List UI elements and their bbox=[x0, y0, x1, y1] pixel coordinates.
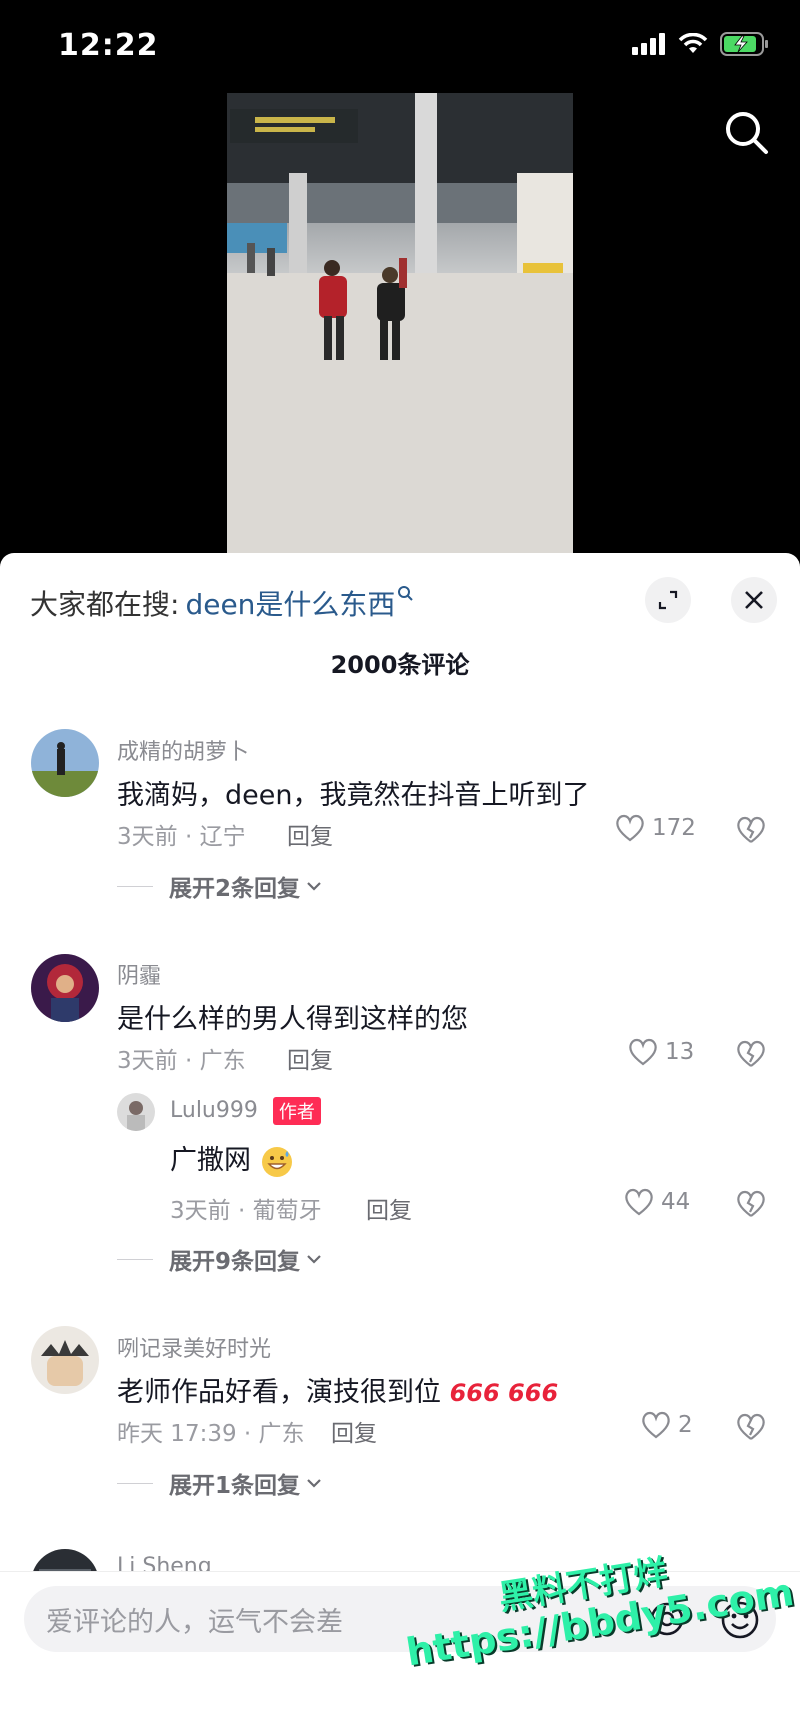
expand-replies-button[interactable]: 展开9条回复 bbox=[117, 1242, 324, 1276]
comment-input-bar: 爱评论的人，运气不会差 bbox=[0, 1571, 800, 1732]
divider bbox=[117, 885, 153, 887]
divider bbox=[117, 1258, 153, 1260]
status-time: 12:22 bbox=[58, 28, 159, 63]
like-count: 2 bbox=[678, 1412, 693, 1438]
comment-username[interactable]: 阴霾 bbox=[117, 958, 161, 990]
at-icon[interactable] bbox=[648, 1600, 686, 1638]
expand-icon bbox=[658, 590, 678, 610]
expand-replies-button[interactable]: 展开1条回复 bbox=[117, 1466, 324, 1500]
avatar[interactable] bbox=[31, 1326, 99, 1394]
chevron-down-icon bbox=[307, 1479, 321, 1488]
comment-text: 是什么样的男人得到这样的您 bbox=[117, 1004, 468, 1035]
comment-text: 老师作品好看，演技很到位 666 666 bbox=[117, 1370, 558, 1409]
reply-button[interactable]: 回复 bbox=[366, 1191, 412, 1225]
like-button[interactable]: 13 bbox=[627, 1037, 694, 1067]
like-count: 13 bbox=[665, 1039, 695, 1065]
emoji-666-text: 666 666 bbox=[449, 1379, 559, 1407]
expand-replies-label: 展开1条回复 bbox=[169, 1473, 301, 1499]
heart-icon bbox=[642, 1411, 670, 1439]
search-small-icon bbox=[397, 585, 414, 606]
status-icons bbox=[632, 32, 770, 56]
chevron-down-icon bbox=[307, 1255, 321, 1264]
dislike-icon[interactable] bbox=[735, 1039, 767, 1069]
like-count: 172 bbox=[652, 815, 696, 841]
comment-sheet-header: 大家都在搜: deen是什么东西 2000条评论 bbox=[0, 553, 800, 723]
input-icons bbox=[648, 1600, 760, 1640]
comment-username[interactable]: 咧记录美好时光 bbox=[117, 1331, 271, 1363]
battery-icon bbox=[720, 32, 768, 56]
comment-text-content: 老师作品好看，演技很到位 bbox=[117, 1377, 441, 1408]
hot-search-prefix: 大家都在搜: bbox=[30, 588, 180, 621]
signal-icon bbox=[632, 33, 665, 55]
like-count: 44 bbox=[661, 1189, 691, 1215]
comment-meta: 3天前 · 辽宁 bbox=[117, 824, 246, 850]
reply-button[interactable]: 回复 bbox=[287, 1041, 333, 1075]
heart-icon bbox=[616, 814, 644, 842]
avatar[interactable] bbox=[31, 729, 99, 797]
author-badge: 作者 bbox=[272, 1097, 321, 1125]
expand-replies-label: 展开2条回复 bbox=[169, 876, 301, 902]
reply-username-text: Lulu999 bbox=[170, 1098, 258, 1123]
reply-username[interactable]: Lulu999 作者 bbox=[170, 1097, 321, 1125]
like-button[interactable]: 2 bbox=[640, 1410, 693, 1440]
comment-sheet: 大家都在搜: deen是什么东西 2000条评论 成精的胡萝卜 我滴妈，deen… bbox=[0, 553, 800, 1731]
like-button[interactable]: 44 bbox=[623, 1187, 690, 1217]
reply-meta: 3天前 · 葡萄牙 bbox=[170, 1198, 322, 1224]
dislike-icon[interactable] bbox=[735, 1412, 767, 1442]
avatar[interactable] bbox=[31, 954, 99, 1022]
reply-avatar[interactable] bbox=[117, 1093, 155, 1131]
heart-icon bbox=[629, 1038, 657, 1066]
expand-replies-button[interactable]: 展开2条回复 bbox=[117, 869, 324, 903]
status-bar: 12:22 bbox=[0, 0, 800, 92]
hot-search-keyword[interactable]: deen是什么东西 bbox=[185, 583, 395, 623]
emoji-icon[interactable] bbox=[720, 1600, 760, 1640]
comment-username[interactable]: 成精的胡萝卜 bbox=[117, 734, 249, 766]
grinning-sweat-emoji-icon bbox=[261, 1146, 292, 1177]
search-icon[interactable] bbox=[722, 108, 770, 156]
reply-text-content: 广撒网 bbox=[170, 1145, 251, 1176]
comment-count: 2000条评论 bbox=[330, 651, 470, 679]
like-button[interactable]: 172 bbox=[614, 813, 696, 843]
reply-button[interactable]: 回复 bbox=[331, 1414, 377, 1448]
comment-text: 我滴妈，deen，我竟然在抖音上听到了 bbox=[117, 780, 590, 811]
expand-replies-label: 展开9条回复 bbox=[169, 1249, 301, 1275]
chevron-down-icon bbox=[307, 882, 321, 891]
comment-meta: 昨天 17:39 · 广东 bbox=[117, 1421, 305, 1447]
reply-button[interactable]: 回复 bbox=[287, 817, 333, 851]
reply-text: 广撒网 bbox=[170, 1138, 294, 1179]
dislike-icon[interactable] bbox=[735, 815, 767, 845]
hot-search[interactable]: 大家都在搜: deen是什么东西 bbox=[30, 583, 414, 623]
close-icon bbox=[745, 591, 763, 609]
heart-icon bbox=[625, 1188, 653, 1216]
expand-button[interactable] bbox=[645, 577, 691, 623]
video-frame bbox=[227, 93, 573, 553]
close-button[interactable] bbox=[731, 577, 777, 623]
video-player[interactable] bbox=[227, 93, 573, 553]
wifi-icon bbox=[678, 33, 708, 53]
dislike-icon[interactable] bbox=[735, 1189, 767, 1219]
comment-meta: 3天前 · 广东 bbox=[117, 1048, 246, 1074]
divider bbox=[117, 1482, 153, 1484]
